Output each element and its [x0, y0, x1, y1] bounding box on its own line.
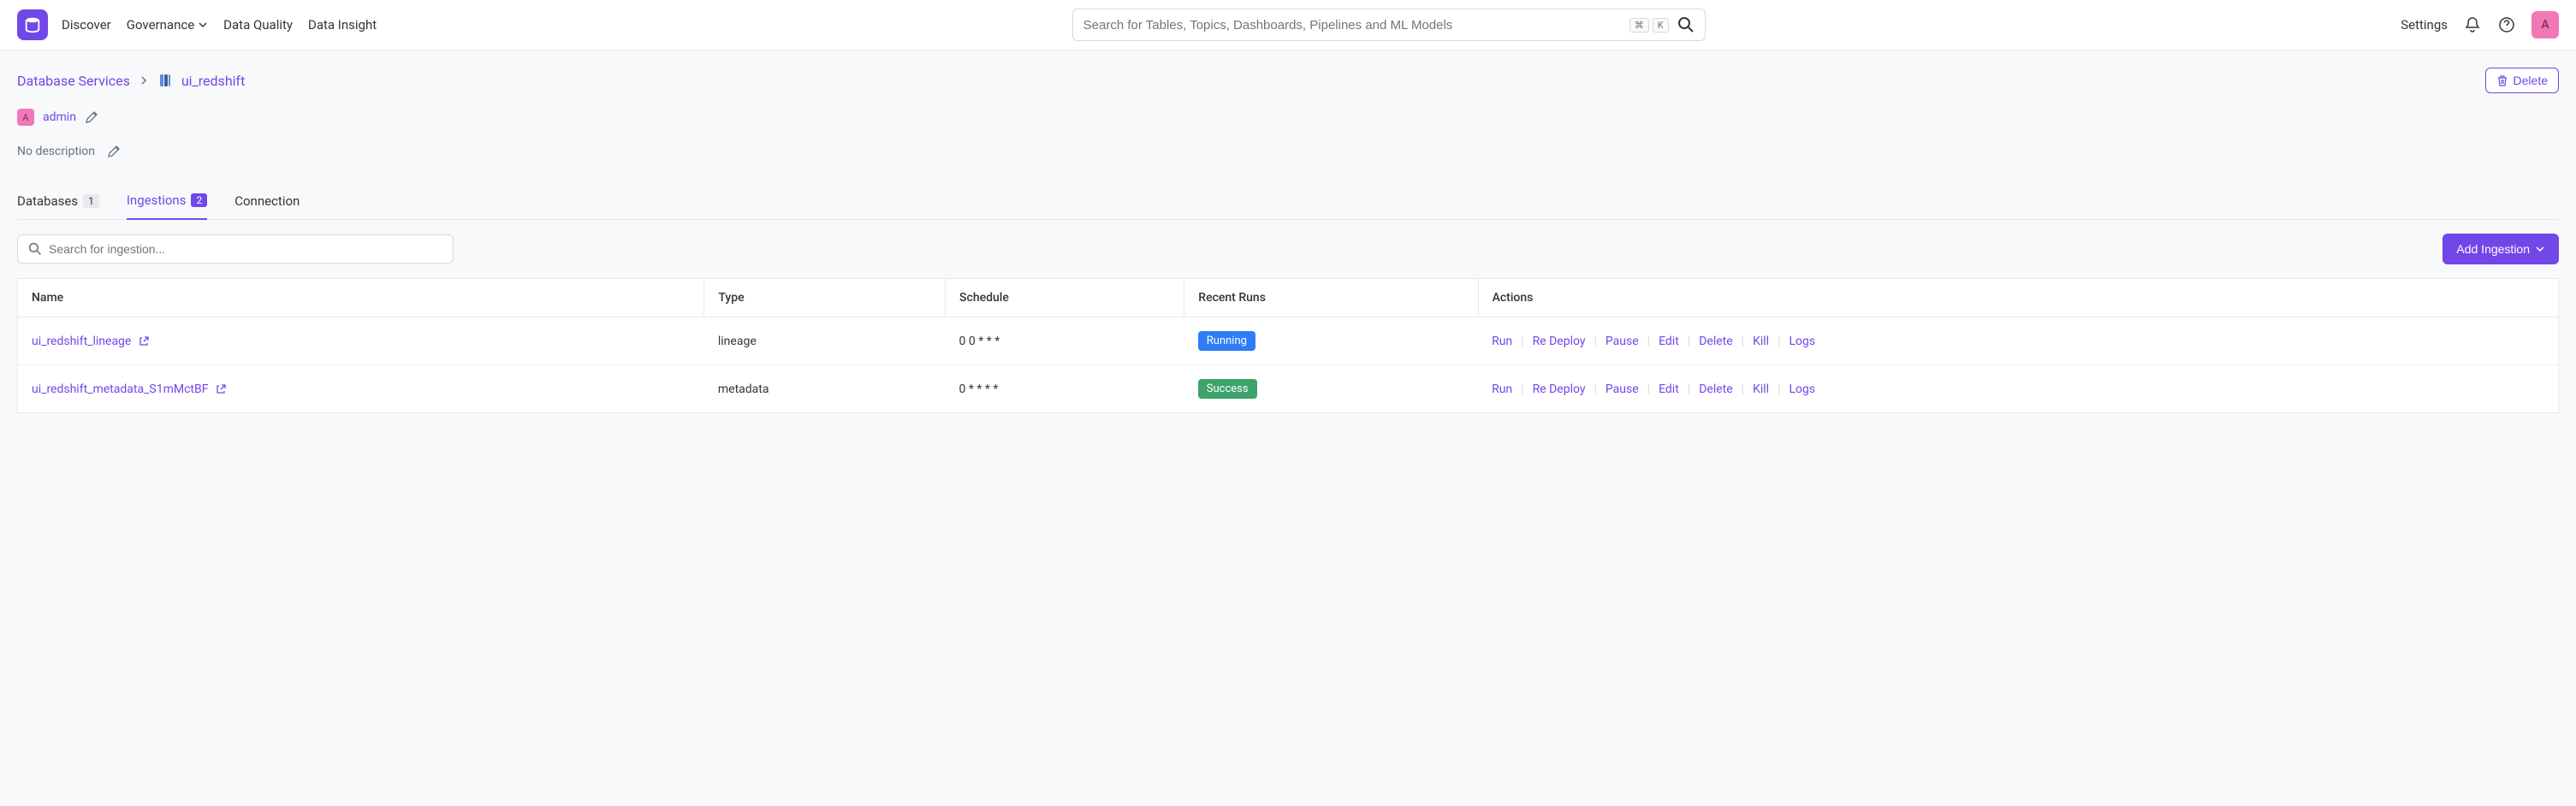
app-logo[interactable]: [17, 9, 48, 40]
ingestion-name-link[interactable]: ui_redshift_lineage: [32, 335, 131, 348]
external-link-icon: [138, 335, 150, 347]
database-icon: [157, 73, 173, 88]
status-badge: Success: [1198, 379, 1257, 399]
owner-name[interactable]: admin: [43, 110, 76, 124]
table-row: ui_redshift_metadata_S1mMctBF metadata0 *…: [18, 365, 2559, 413]
nav-discover[interactable]: Discover: [62, 17, 111, 33]
chevron-down-icon: [2535, 244, 2545, 254]
tab-ingestions-label: Ingestions: [127, 193, 187, 208]
th-schedule: Schedule: [946, 279, 1184, 317]
settings-link[interactable]: Settings: [2401, 17, 2448, 33]
tab-databases[interactable]: Databases 1: [17, 186, 99, 219]
kbd-k: K: [1653, 18, 1669, 33]
bell-icon: [2464, 16, 2481, 33]
keyboard-shortcut: ⌘ K: [1629, 18, 1669, 33]
search-container: ⌘ K: [390, 9, 2387, 41]
tab-connection-label: Connection: [234, 193, 300, 209]
description-text: No description: [17, 145, 95, 158]
cell-recent-runs: Running: [1184, 317, 1478, 365]
cell-name: ui_redshift_metadata_S1mMctBF: [18, 365, 704, 413]
notifications-button[interactable]: [2463, 15, 2482, 34]
external-link-button[interactable]: [138, 335, 150, 347]
chevron-right-icon: [139, 75, 149, 86]
page-topbar: Database Services ui_redshift Delete: [17, 68, 2559, 93]
tab-databases-count: 1: [83, 194, 99, 208]
tab-databases-label: Databases: [17, 193, 78, 209]
delete-button-label: Delete: [2514, 74, 2548, 87]
breadcrumb-current[interactable]: ui_redshift: [181, 73, 245, 89]
action-delete[interactable]: Delete: [1699, 335, 1732, 348]
kbd-cmd: ⌘: [1629, 18, 1649, 33]
help-icon: [2498, 16, 2515, 33]
ingestions-table: Name Type Schedule Recent Runs Actions u…: [17, 278, 2559, 413]
tab-connection[interactable]: Connection: [234, 186, 300, 219]
th-name: Name: [18, 279, 704, 317]
pencil-icon: [85, 110, 98, 124]
ingestion-toolbar: Add Ingestion: [17, 234, 2559, 264]
nav-governance[interactable]: Governance: [127, 17, 208, 33]
cell-schedule: 0 0 * * *: [946, 317, 1184, 365]
chevron-down-icon: [198, 20, 208, 30]
action-kill[interactable]: Kill: [1753, 382, 1769, 396]
global-search[interactable]: ⌘ K: [1072, 9, 1706, 41]
status-badge: Running: [1198, 331, 1255, 351]
nav-data-quality[interactable]: Data Quality: [223, 17, 293, 33]
search-icon: [1677, 16, 1695, 33]
action-redeploy[interactable]: Re Deploy: [1533, 335, 1586, 348]
action-edit[interactable]: Edit: [1659, 382, 1679, 396]
description-section: No description: [17, 145, 2559, 158]
breadcrumb: Database Services ui_redshift: [17, 73, 245, 89]
action-logs[interactable]: Logs: [1790, 335, 1816, 348]
search-icon: [28, 242, 42, 256]
pencil-icon: [107, 145, 121, 158]
tab-ingestions-count: 2: [191, 193, 207, 207]
cell-type: lineage: [704, 317, 946, 365]
edit-owner-button[interactable]: [85, 110, 98, 124]
nav-data-insight[interactable]: Data Insight: [308, 17, 377, 33]
action-run[interactable]: Run: [1492, 335, 1512, 348]
action-kill[interactable]: Kill: [1753, 335, 1769, 348]
th-actions: Actions: [1478, 279, 2558, 317]
action-delete[interactable]: Delete: [1699, 382, 1732, 396]
owner-avatar: A: [17, 109, 34, 126]
cell-recent-runs: Success: [1184, 365, 1478, 413]
breadcrumb-root[interactable]: Database Services: [17, 73, 130, 89]
action-logs[interactable]: Logs: [1790, 382, 1816, 396]
main-nav: Discover Governance Data Quality Data In…: [62, 17, 377, 33]
edit-description-button[interactable]: [107, 145, 121, 158]
tab-ingestions[interactable]: Ingestions 2: [127, 186, 207, 220]
nav-governance-label: Governance: [127, 17, 194, 33]
top-header: Discover Governance Data Quality Data In…: [0, 0, 2576, 50]
trash-icon: [2496, 74, 2508, 86]
add-ingestion-label: Add Ingestion: [2456, 242, 2530, 256]
delete-button[interactable]: Delete: [2485, 68, 2559, 93]
search-input[interactable]: [1083, 18, 1629, 33]
cell-actions: Run|Re Deploy|Pause|Edit|Delete|Kill|Log…: [1478, 317, 2558, 365]
add-ingestion-button[interactable]: Add Ingestion: [2442, 234, 2559, 264]
action-run[interactable]: Run: [1492, 382, 1512, 396]
external-link-button[interactable]: [215, 383, 227, 395]
ingestion-search-input[interactable]: [49, 242, 442, 256]
page-content: Database Services ui_redshift Delete A a…: [0, 50, 2576, 430]
tabs: Databases 1 Ingestions 2 Connection: [17, 186, 2559, 220]
action-redeploy[interactable]: Re Deploy: [1533, 382, 1586, 396]
cell-actions: Run|Re Deploy|Pause|Edit|Delete|Kill|Log…: [1478, 365, 2558, 413]
user-avatar[interactable]: A: [2531, 11, 2559, 39]
action-pause[interactable]: Pause: [1606, 382, 1639, 396]
table-row: ui_redshift_lineage lineage0 0 * * * Runni…: [18, 317, 2559, 365]
help-button[interactable]: [2497, 15, 2516, 34]
ingestion-name-link[interactable]: ui_redshift_metadata_S1mMctBF: [32, 382, 208, 396]
th-type: Type: [704, 279, 946, 317]
ingestion-search[interactable]: [17, 234, 454, 264]
action-edit[interactable]: Edit: [1659, 335, 1679, 348]
external-link-icon: [215, 383, 227, 395]
cell-name: ui_redshift_lineage: [18, 317, 704, 365]
table-header-row: Name Type Schedule Recent Runs Actions: [18, 279, 2559, 317]
th-recent-runs: Recent Runs: [1184, 279, 1478, 317]
cell-type: metadata: [704, 365, 946, 413]
owner-section: A admin: [17, 109, 2559, 126]
cell-schedule: 0 * * * *: [946, 365, 1184, 413]
header-right: Settings A: [2401, 11, 2559, 39]
action-pause[interactable]: Pause: [1606, 335, 1639, 348]
